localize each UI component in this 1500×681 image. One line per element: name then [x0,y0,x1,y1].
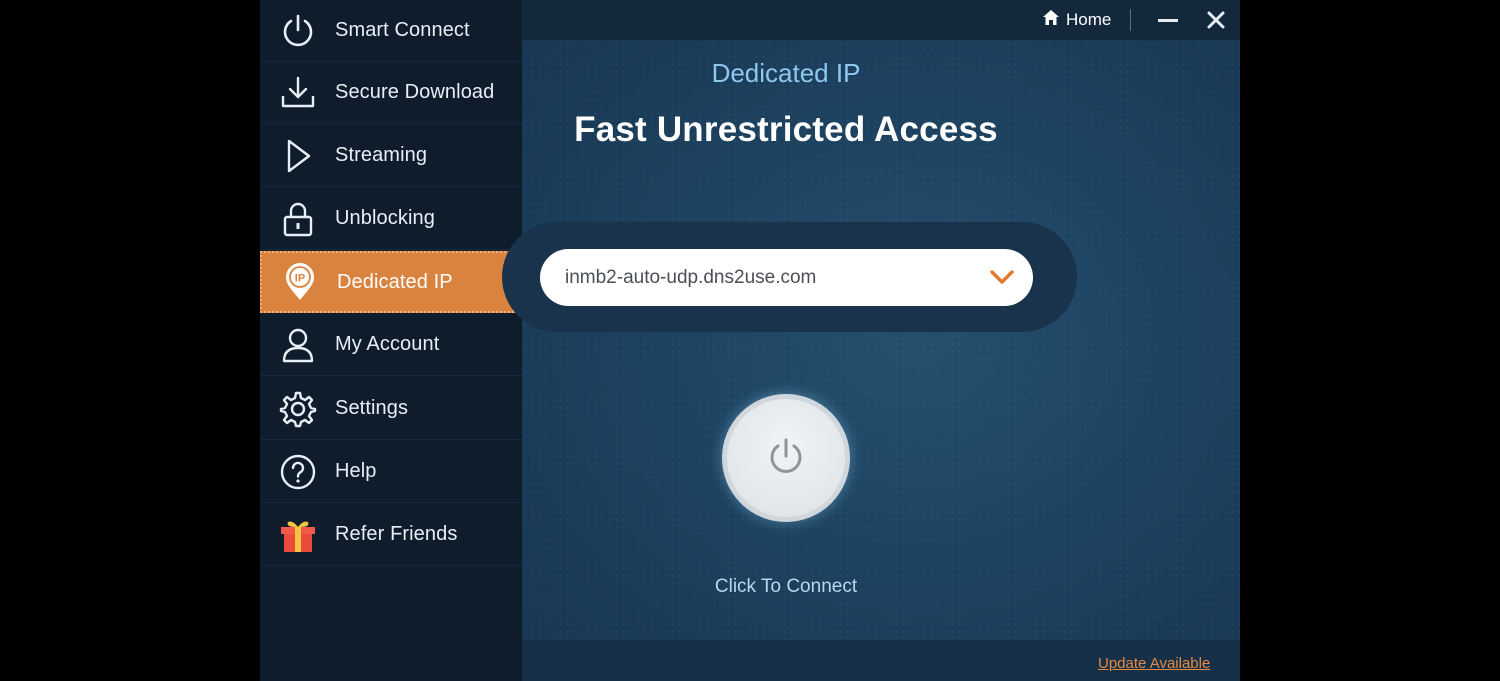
sidebar-item-label: Help [335,460,377,482]
sidebar-item-dedicated-ip[interactable]: IP Dedicated IP [260,251,522,313]
title-bar-divider [1130,9,1131,31]
connect-status-label: Click To Connect [714,576,858,597]
help-icon [278,452,318,492]
sidebar-item-secure-download[interactable]: Secure Download [260,62,522,124]
ip-pin-icon: IP [280,262,320,302]
gift-icon [278,515,318,555]
server-dropdown-value: inmb2-auto-udp.dns2use.com [565,267,817,288]
sidebar-item-label: Secure Download [335,81,495,103]
sidebar-item-my-account[interactable]: My Account [260,314,522,376]
play-icon [278,136,318,176]
page-title: Fast Unrestricted Access [574,110,998,149]
sidebar-item-settings[interactable]: Settings [260,378,522,440]
minimize-button[interactable] [1156,8,1180,32]
main-panel: Home Dedicated IP Fast Unrestricted Acce… [502,0,1240,681]
gear-icon [278,389,318,429]
connect-button[interactable] [722,394,850,522]
chevron-down-icon [989,266,1015,288]
server-dropdown[interactable]: inmb2-auto-udp.dns2use.com [540,249,1033,306]
sidebar-item-label: Smart Connect [335,19,470,41]
home-button[interactable]: Home [1042,8,1111,32]
sidebar-item-smart-connect[interactable]: Smart Connect [260,0,522,62]
sidebar-item-label: Dedicated IP [337,270,453,293]
sidebar-item-label: Unblocking [335,207,435,229]
power-icon [765,435,807,482]
sidebar: Smart Connect Secure Download Streaming … [260,0,522,681]
home-icon [1042,9,1060,31]
lock-icon [278,199,318,239]
sidebar-item-help[interactable]: Help [260,441,522,503]
download-icon [278,73,318,113]
section-title: Dedicated IP [711,58,861,88]
update-available-link[interactable]: Update Available [1098,655,1210,672]
sidebar-item-label: Refer Friends [335,523,458,545]
svg-text:IP: IP [295,273,305,285]
title-bar: Home [522,0,1240,40]
sidebar-item-label: Settings [335,397,409,419]
sidebar-item-unblocking[interactable]: Unblocking [260,188,522,250]
user-icon [278,325,318,365]
vpn-app-window: Smart Connect Secure Download Streaming … [260,0,1240,681]
power-icon [278,11,318,51]
home-label: Home [1066,10,1112,29]
close-icon [1204,11,1228,36]
sidebar-item-label: Streaming [335,144,428,166]
sidebar-item-label: My Account [335,333,440,355]
sidebar-item-refer-friends[interactable]: Refer Friends [260,504,522,566]
sidebar-item-streaming[interactable]: Streaming [260,125,522,187]
close-button[interactable] [1204,8,1228,32]
connect-button-face [727,399,845,517]
